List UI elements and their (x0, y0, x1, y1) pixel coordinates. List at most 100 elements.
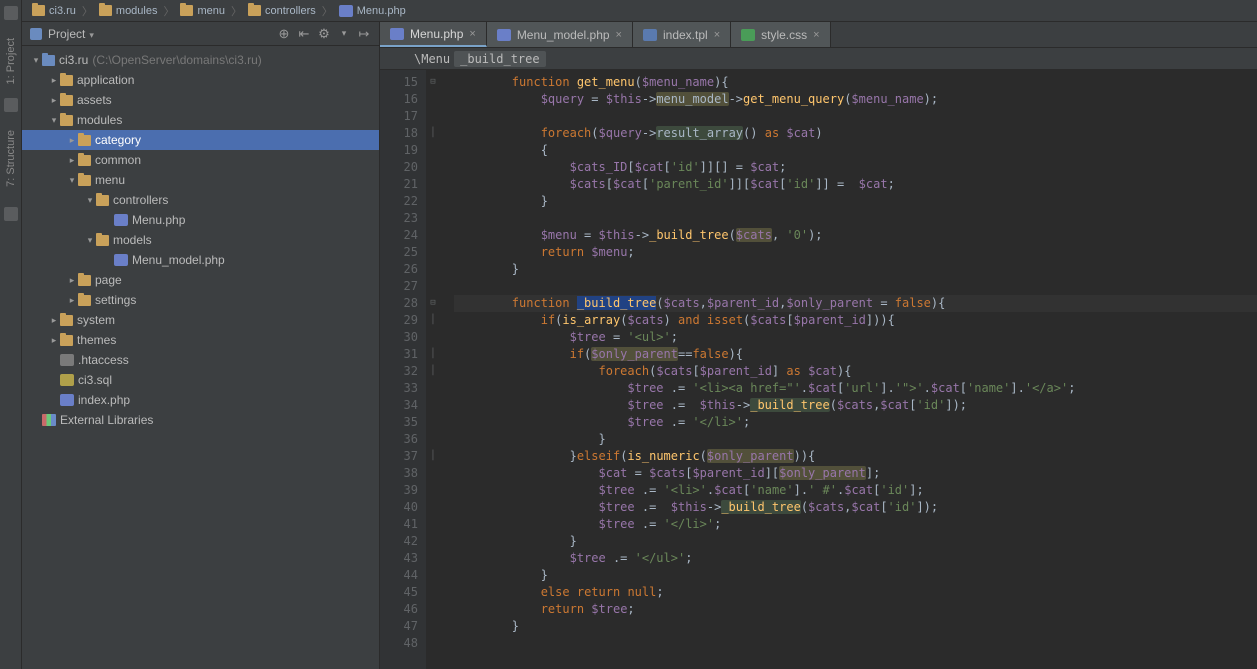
code-line[interactable]: $tree .= $this->_build_tree($cats,$cat['… (454, 397, 1257, 414)
line-number[interactable]: 35 (380, 414, 418, 431)
code-line[interactable]: $cats_ID[$cat['id']][] = $cat; (454, 159, 1257, 176)
line-number[interactable]: 29 (380, 312, 418, 329)
tree-node[interactable]: ▸application (22, 70, 379, 90)
tree-arrow-icon[interactable]: ▸ (66, 295, 78, 306)
line-number[interactable]: 27 (380, 278, 418, 295)
line-number[interactable]: 28 (380, 295, 418, 312)
code-line[interactable]: $tree .= '<li>'.$cat['name'].' #'.$cat['… (454, 482, 1257, 499)
editor-tab[interactable]: style.css× (731, 22, 830, 47)
close-icon[interactable]: × (813, 29, 819, 41)
tree-arrow-icon[interactable]: ▸ (66, 135, 78, 146)
line-number[interactable]: 25 (380, 244, 418, 261)
tree-node[interactable]: .htaccess (22, 350, 379, 370)
code-line[interactable]: $menu = $this->_build_tree($cats, '0'); (454, 227, 1257, 244)
code-line[interactable] (454, 108, 1257, 125)
code-line[interactable]: $tree .= '<li><a href="'.$cat['url'].'">… (454, 380, 1257, 397)
line-number[interactable]: 39 (380, 482, 418, 499)
code-line[interactable]: if($only_parent==false){ (454, 346, 1257, 363)
breadcrumb-segment[interactable]: ci3.ru (28, 5, 80, 17)
tree-node[interactable]: ▸page (22, 270, 379, 290)
line-number[interactable]: 20 (380, 159, 418, 176)
line-number[interactable]: 47 (380, 618, 418, 635)
tool-icon[interactable] (4, 6, 18, 20)
code-line[interactable]: } (454, 261, 1257, 278)
code-line[interactable]: } (454, 567, 1257, 584)
tree-node[interactable]: Menu.php (22, 210, 379, 230)
line-number[interactable]: 31 (380, 346, 418, 363)
breadcrumb-segment[interactable]: modules (95, 5, 162, 17)
tree-node[interactable]: ▾ci3.ru(C:\OpenServer\domains\ci3.ru) (22, 50, 379, 70)
tree-node[interactable]: index.php (22, 390, 379, 410)
breadcrumb[interactable]: ci3.ru〉modules〉menu〉controllers〉Menu.php (22, 0, 1257, 22)
tree-arrow-icon[interactable]: ▸ (48, 95, 60, 106)
code-line[interactable]: } (454, 431, 1257, 448)
editor-breadcrumb-method[interactable]: _build_tree (454, 51, 545, 67)
tree-arrow-icon[interactable]: ▸ (48, 335, 60, 346)
code-area[interactable]: 1516171819202122232425262728293031323334… (380, 70, 1257, 669)
code-line[interactable]: function _build_tree($cats,$parent_id,$o… (454, 295, 1257, 312)
line-number[interactable]: 45 (380, 584, 418, 601)
editor-tabs[interactable]: Menu.php×Menu_model.php×index.tpl×style.… (380, 22, 1257, 48)
code-line[interactable]: { (454, 142, 1257, 159)
code-line[interactable]: } (454, 193, 1257, 210)
code-line[interactable]: $cat = $cats[$parent_id][$only_parent]; (454, 465, 1257, 482)
breadcrumb-segment[interactable]: controllers (244, 5, 320, 17)
code-line[interactable]: return $menu; (454, 244, 1257, 261)
line-number[interactable]: 17 (380, 108, 418, 125)
editor-breadcrumb-class[interactable]: \Menu (410, 51, 454, 67)
editor-tab[interactable]: index.tpl× (633, 22, 731, 47)
tree-node[interactable]: External Libraries (22, 410, 379, 430)
tool-tab-project[interactable]: 1: Project (5, 32, 17, 90)
code-line[interactable]: if(is_array($cats) and isset($cats[$pare… (454, 312, 1257, 329)
line-number[interactable]: 15 (380, 74, 418, 91)
code-line[interactable]: foreach($query->result_array() as $cat) (454, 125, 1257, 142)
tree-node[interactable]: ▾modules (22, 110, 379, 130)
code-line[interactable]: $tree .= '</li>'; (454, 516, 1257, 533)
line-number[interactable]: 18 (380, 125, 418, 142)
close-icon[interactable]: × (616, 29, 622, 41)
line-number[interactable]: 23 (380, 210, 418, 227)
tree-arrow-icon[interactable]: ▸ (48, 75, 60, 86)
line-number[interactable]: 19 (380, 142, 418, 159)
tree-arrow-icon[interactable]: ▾ (30, 55, 42, 66)
line-number[interactable]: 37 (380, 448, 418, 465)
tree-node[interactable]: ▸assets (22, 90, 379, 110)
tree-node[interactable]: ▾controllers (22, 190, 379, 210)
line-number[interactable]: 46 (380, 601, 418, 618)
tree-arrow-icon[interactable]: ▸ (66, 155, 78, 166)
code-line[interactable] (454, 635, 1257, 652)
line-number[interactable]: 30 (380, 329, 418, 346)
tree-node[interactable]: ▸settings (22, 290, 379, 310)
collapse-icon[interactable]: ⇤ (297, 27, 311, 41)
code-line[interactable]: }elseif(is_numeric($only_parent)){ (454, 448, 1257, 465)
tree-node[interactable]: ▾menu (22, 170, 379, 190)
line-number[interactable]: 24 (380, 227, 418, 244)
tree-arrow-icon[interactable]: ▾ (84, 195, 96, 206)
line-number[interactable]: 36 (380, 431, 418, 448)
close-icon[interactable]: × (469, 28, 475, 40)
line-number[interactable]: 22 (380, 193, 418, 210)
tree-arrow-icon[interactable]: ▸ (66, 275, 78, 286)
line-number[interactable]: 40 (380, 499, 418, 516)
line-number[interactable]: 34 (380, 397, 418, 414)
code-line[interactable]: } (454, 618, 1257, 635)
breadcrumb-segment[interactable]: menu (176, 5, 229, 17)
code-line[interactable] (454, 210, 1257, 227)
tree-node[interactable]: ▸common (22, 150, 379, 170)
line-number[interactable]: 26 (380, 261, 418, 278)
line-number[interactable]: 43 (380, 550, 418, 567)
tree-arrow-icon[interactable]: ▸ (48, 315, 60, 326)
tool-icon[interactable] (4, 207, 18, 221)
editor-breadcrumb[interactable]: \Menu _build_tree (380, 48, 1257, 70)
code-line[interactable]: $tree .= '</ul>'; (454, 550, 1257, 567)
line-number[interactable]: 38 (380, 465, 418, 482)
tool-tab-structure[interactable]: 7: Structure (5, 124, 17, 193)
code-line[interactable]: } (454, 533, 1257, 550)
hide-icon[interactable]: ↦ (357, 27, 371, 41)
line-number[interactable]: 32 (380, 363, 418, 380)
code-line[interactable] (454, 278, 1257, 295)
code-line[interactable]: $cats[$cat['parent_id']][$cat['id']] = $… (454, 176, 1257, 193)
fold-gutter[interactable]: ⊟│⊟││││ (426, 70, 440, 669)
code-line[interactable]: $tree .= '</li>'; (454, 414, 1257, 431)
line-number[interactable]: 42 (380, 533, 418, 550)
